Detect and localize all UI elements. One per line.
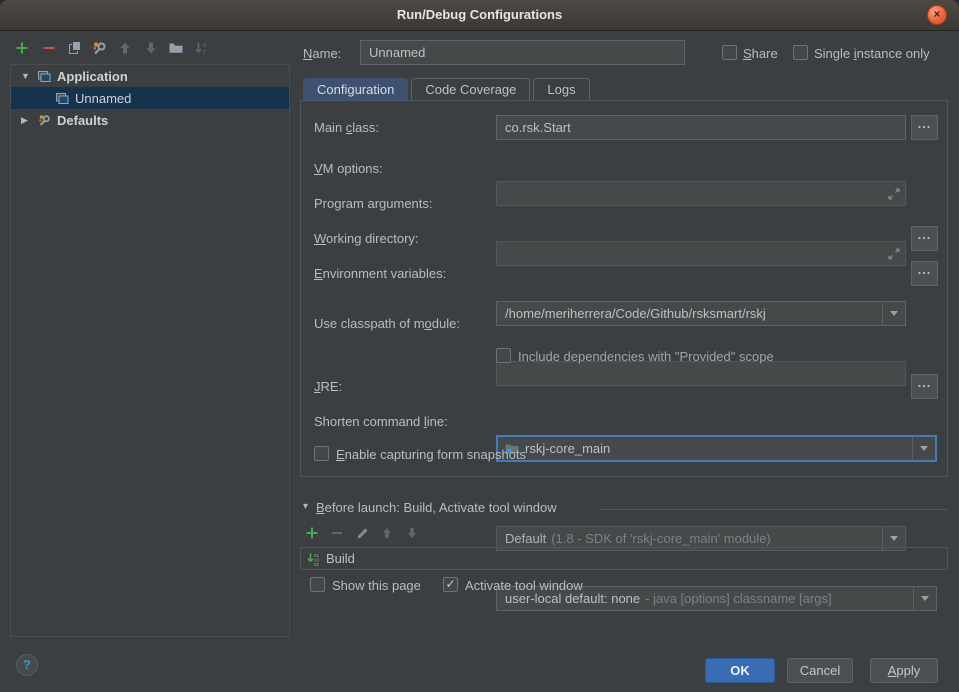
expand-field-icon[interactable] [887, 187, 901, 204]
configurations-tree: ▼ Application Unnamed ▶ Defaults [10, 64, 290, 637]
show-this-page-checkbox[interactable] [310, 577, 325, 592]
application-icon [37, 69, 51, 83]
jre-browse-button[interactable]: ... [911, 374, 938, 399]
main-class-browse-button[interactable]: ... [911, 115, 938, 140]
shorten-hint: - java [options] classname [args] [645, 591, 831, 606]
build-icon: 011001 [306, 552, 320, 566]
tree-node-label: Defaults [57, 113, 108, 128]
move-task-up-icon[interactable] [380, 526, 394, 540]
vm-options-field-wrap [496, 181, 906, 206]
move-up-icon[interactable] [117, 40, 133, 56]
move-task-down-icon[interactable] [405, 526, 419, 540]
before-launch-collapse-icon[interactable]: ▾ [303, 501, 308, 512]
wrench-icon [37, 113, 51, 127]
environment-variables-field-wrap [496, 361, 906, 386]
environment-variables-browse-button[interactable]: ... [911, 261, 938, 286]
working-directory-label: Working directory: [314, 231, 419, 246]
activate-tool-window-label: Activate tool window [465, 578, 583, 593]
vm-options-label: VM options: [314, 161, 383, 176]
apply-button[interactable]: Apply [870, 658, 938, 683]
remove-task-icon[interactable] [330, 526, 344, 540]
use-classpath-label: Use classpath of module: [314, 316, 460, 331]
tree-node-unnamed[interactable]: Unnamed [11, 87, 289, 109]
main-class-label: Main class: [314, 120, 379, 135]
dialog-title: Run/Debug Configurations [0, 0, 959, 30]
single-instance-checkbox[interactable] [793, 45, 808, 60]
move-down-icon[interactable] [143, 40, 159, 56]
environment-variables-label: Environment variables: [314, 266, 446, 281]
tree-node-defaults[interactable]: ▶ Defaults [11, 109, 289, 131]
remove-configuration-icon[interactable] [41, 40, 57, 56]
single-instance-label: Single instance only [814, 46, 930, 61]
main-class-input[interactable] [497, 116, 905, 139]
enable-capturing-label: Enable capturing form snapshots [336, 447, 526, 462]
title-bar: Run/Debug Configurations × [0, 0, 959, 31]
tab-bar: Configuration Code Coverage Logs [303, 78, 590, 101]
working-directory-dropdown-icon[interactable] [882, 302, 905, 325]
share-checkbox[interactable] [722, 45, 737, 60]
before-launch-separator [600, 509, 947, 510]
name-label: Name: [303, 46, 341, 61]
add-configuration-icon[interactable] [14, 40, 30, 56]
svg-text:a: a [203, 42, 207, 49]
name-field-wrap [360, 40, 685, 65]
activate-tool-window-checkbox[interactable] [443, 577, 458, 592]
tab-logs[interactable]: Logs [533, 78, 589, 101]
working-directory-combo [496, 301, 906, 326]
before-launch-title: Before launch: Build, Activate tool wind… [316, 500, 557, 515]
tree-expanded-icon[interactable]: ▼ [21, 71, 31, 81]
copy-configuration-icon[interactable] [67, 40, 83, 56]
tree-node-label: Unnamed [75, 91, 131, 106]
tree-node-application[interactable]: ▼ Application [11, 65, 289, 87]
task-label: Build [326, 551, 355, 566]
environment-variables-input[interactable] [497, 362, 905, 385]
shorten-command-line-label: Shorten command line: [314, 414, 448, 429]
show-this-page-label: Show this page [332, 578, 421, 593]
sort-configurations-icon[interactable]: az [194, 40, 210, 56]
working-directory-input[interactable] [497, 302, 883, 325]
edit-task-icon[interactable] [355, 526, 369, 540]
include-dependencies-label: Include dependencies with "Provided" sco… [518, 349, 774, 364]
program-arguments-label: Program arguments: [314, 196, 433, 211]
tree-collapsed-icon[interactable]: ▶ [21, 115, 31, 126]
jre-label: JRE: [314, 379, 342, 394]
tab-configuration[interactable]: Configuration [303, 78, 408, 101]
shorten-value: user-local default: none [497, 591, 640, 606]
jre-value: Default [497, 531, 546, 546]
edit-defaults-icon[interactable] [91, 40, 107, 56]
close-icon[interactable]: × [927, 5, 947, 25]
create-folder-icon[interactable] [168, 40, 184, 56]
svg-text:01: 01 [314, 562, 320, 566]
program-arguments-input[interactable] [497, 242, 905, 265]
jre-hint: (1.8 - SDK of 'rskj-core_main' module) [551, 531, 771, 546]
name-input[interactable] [361, 41, 684, 64]
working-directory-browse-button[interactable]: ... [911, 226, 938, 251]
svg-text:z: z [203, 49, 206, 56]
ok-button[interactable]: OK [705, 658, 775, 683]
program-arguments-field-wrap [496, 241, 906, 266]
vm-options-input[interactable] [497, 182, 905, 205]
share-label: Share [743, 46, 778, 61]
expand-field-icon[interactable] [887, 247, 901, 264]
main-class-field-wrap [496, 115, 906, 140]
include-dependencies-checkbox[interactable] [496, 348, 511, 363]
configuration-panel: Main class: ... VM options: Program argu… [300, 100, 948, 477]
add-task-icon[interactable] [305, 526, 319, 540]
use-classpath-dropdown-icon[interactable] [912, 437, 935, 460]
before-launch-task-row[interactable]: 011001 Build [300, 547, 948, 570]
cancel-button[interactable]: Cancel [787, 658, 853, 683]
application-icon [55, 91, 69, 105]
tab-code-coverage[interactable]: Code Coverage [411, 78, 530, 101]
use-classpath-combo[interactable]: rskj-core_main [496, 435, 937, 462]
enable-capturing-checkbox[interactable] [314, 446, 329, 461]
tree-node-label: Application [57, 69, 128, 84]
run-debug-configurations-dialog: Run/Debug Configurations × az ▼ Applicat… [0, 0, 959, 692]
help-button[interactable]: ? [16, 654, 38, 676]
shorten-dropdown-icon[interactable] [913, 587, 936, 610]
